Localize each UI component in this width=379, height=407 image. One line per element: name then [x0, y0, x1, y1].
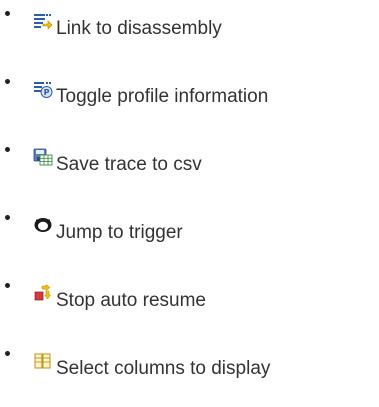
bullet-icon	[5, 351, 10, 356]
bullet-icon	[5, 147, 10, 152]
list-item-jump-to-trigger: Jump to trigger	[0, 212, 379, 252]
list-item-select-columns-to-display: Select columns to display	[0, 348, 379, 388]
bullet-icon	[5, 215, 10, 220]
stop-auto-resume-icon	[33, 284, 53, 302]
item-label: Select columns to display	[56, 358, 271, 379]
item-label: Link to disassembly	[56, 18, 222, 39]
select-columns-icon	[33, 352, 53, 370]
link-to-disassembly-icon	[33, 12, 53, 30]
list-item-link-to-disassembly: Link to disassembly	[0, 8, 379, 48]
item-label: Jump to trigger	[56, 222, 183, 243]
svg-text:P: P	[44, 88, 50, 97]
bullet-icon	[5, 11, 10, 16]
item-label: Stop auto resume	[56, 290, 206, 311]
item-label: Save trace to csv	[56, 154, 202, 175]
bullet-icon	[5, 79, 10, 84]
save-trace-csv-icon	[33, 148, 53, 166]
feature-list: Link to disassembly P Toggle profile inf…	[0, 0, 379, 407]
list-item-stop-auto-resume: Stop auto resume	[0, 280, 379, 320]
list-item-toggle-profile-information: P Toggle profile information	[0, 76, 379, 116]
item-label: Toggle profile information	[56, 86, 269, 107]
list-item-save-trace-to-csv: Save trace to csv	[0, 144, 379, 184]
bullet-icon	[5, 283, 10, 288]
jump-to-trigger-icon	[33, 216, 53, 234]
toggle-profile-icon: P	[33, 80, 53, 98]
